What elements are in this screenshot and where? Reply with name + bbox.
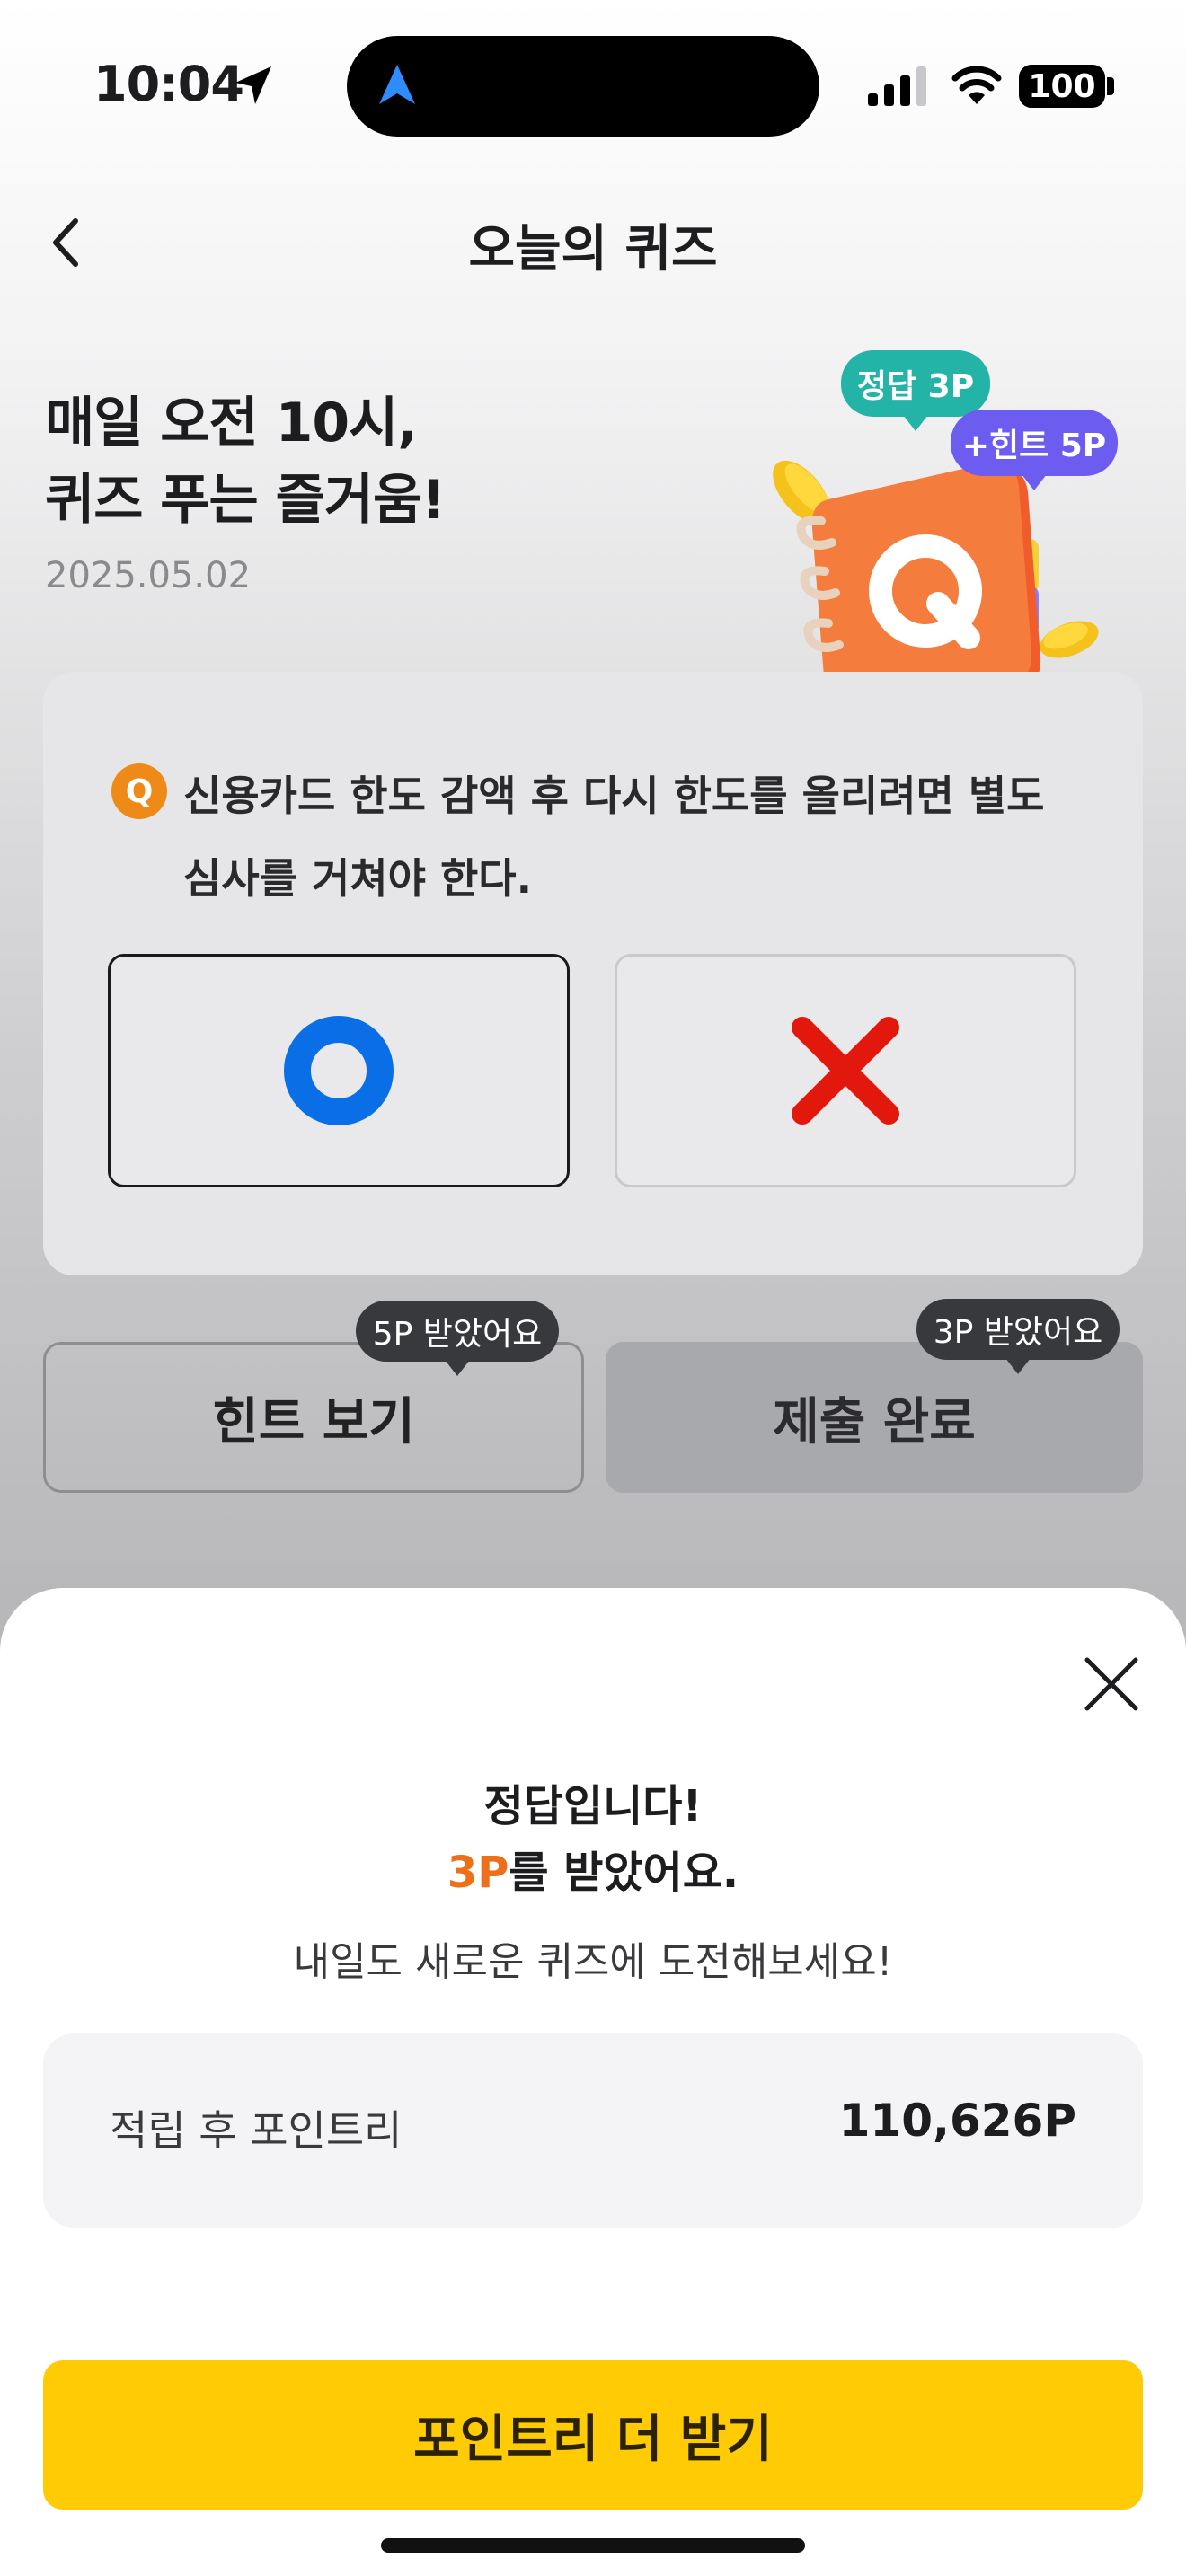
submit-reward-tag: 3P 받았어요 — [916, 1299, 1120, 1360]
answer-o-button[interactable] — [108, 954, 570, 1187]
location-arrow-icon — [235, 66, 271, 104]
navigation-arrow-icon — [379, 65, 415, 104]
answer-x-button[interactable] — [615, 954, 1076, 1187]
result-title-line-1: 정답입니다! — [483, 1781, 703, 1831]
hint-reward-tag: 5P 받았어요 — [356, 1301, 559, 1362]
correct-bubble-tail — [903, 415, 928, 431]
hint-bubble-tail — [1022, 474, 1047, 490]
submit-tag-tail — [1005, 1358, 1031, 1374]
quiz-date: 2025.05.02 — [45, 555, 252, 596]
question-text: 신용카드 한도 감액 후 다시 한도를 올리려면 별도 심사를 거쳐야 한다. — [183, 754, 1082, 920]
cross-x-icon — [792, 1017, 899, 1125]
hint-button[interactable]: 힌트 보기 — [43, 1342, 584, 1493]
question-line-1: 신용카드 한도 감액 후 다시 한도를 올리려면 별도 — [183, 772, 1045, 820]
home-indicator[interactable] — [381, 2538, 805, 2553]
submit-button[interactable]: 제출 완료 — [606, 1342, 1143, 1493]
circle-o-icon — [284, 1016, 394, 1125]
earned-points: 3P — [447, 1848, 509, 1898]
result-title-line-2: 3P를 받았어요. — [0, 1839, 1186, 1906]
question-badge-icon: Q — [111, 763, 167, 819]
points-balance-value: 110,626P — [838, 2095, 1076, 2147]
wifi-icon — [951, 66, 1002, 104]
status-time: 10:04 — [93, 56, 244, 112]
battery-indicator: 100 — [1019, 65, 1105, 108]
correct-points-bubble: 정답 3P — [841, 350, 990, 417]
hint-tag-tail — [445, 1360, 470, 1376]
result-title: 정답입니다! 3P를 받았어요. — [0, 1773, 1186, 1906]
headline-line-2: 퀴즈 푸는 즐거움! — [45, 469, 447, 532]
hero-headline: 매일 오전 10시, 퀴즈 푸는 즐거움! — [45, 384, 447, 539]
hint-points-bubble: +힌트 5P — [951, 410, 1118, 476]
get-more-points-button[interactable]: 포인트리 더 받기 — [43, 2360, 1143, 2510]
close-icon[interactable] — [1080, 1653, 1143, 1716]
points-balance-label: 적립 후 포인트리 — [110, 2106, 403, 2155]
battery-nub — [1107, 77, 1114, 95]
headline-line-1: 매일 오전 10시, — [45, 392, 418, 454]
page-title: 오늘의 퀴즈 — [468, 220, 718, 278]
question-line-2: 심사를 거쳐야 한다. — [183, 854, 533, 903]
result-subtitle: 내일도 새로운 퀴즈에 도전해보세요! — [293, 1939, 893, 1985]
cellular-signal-icon — [868, 66, 926, 106]
earned-points-suffix: 를 받았어요. — [509, 1848, 739, 1898]
